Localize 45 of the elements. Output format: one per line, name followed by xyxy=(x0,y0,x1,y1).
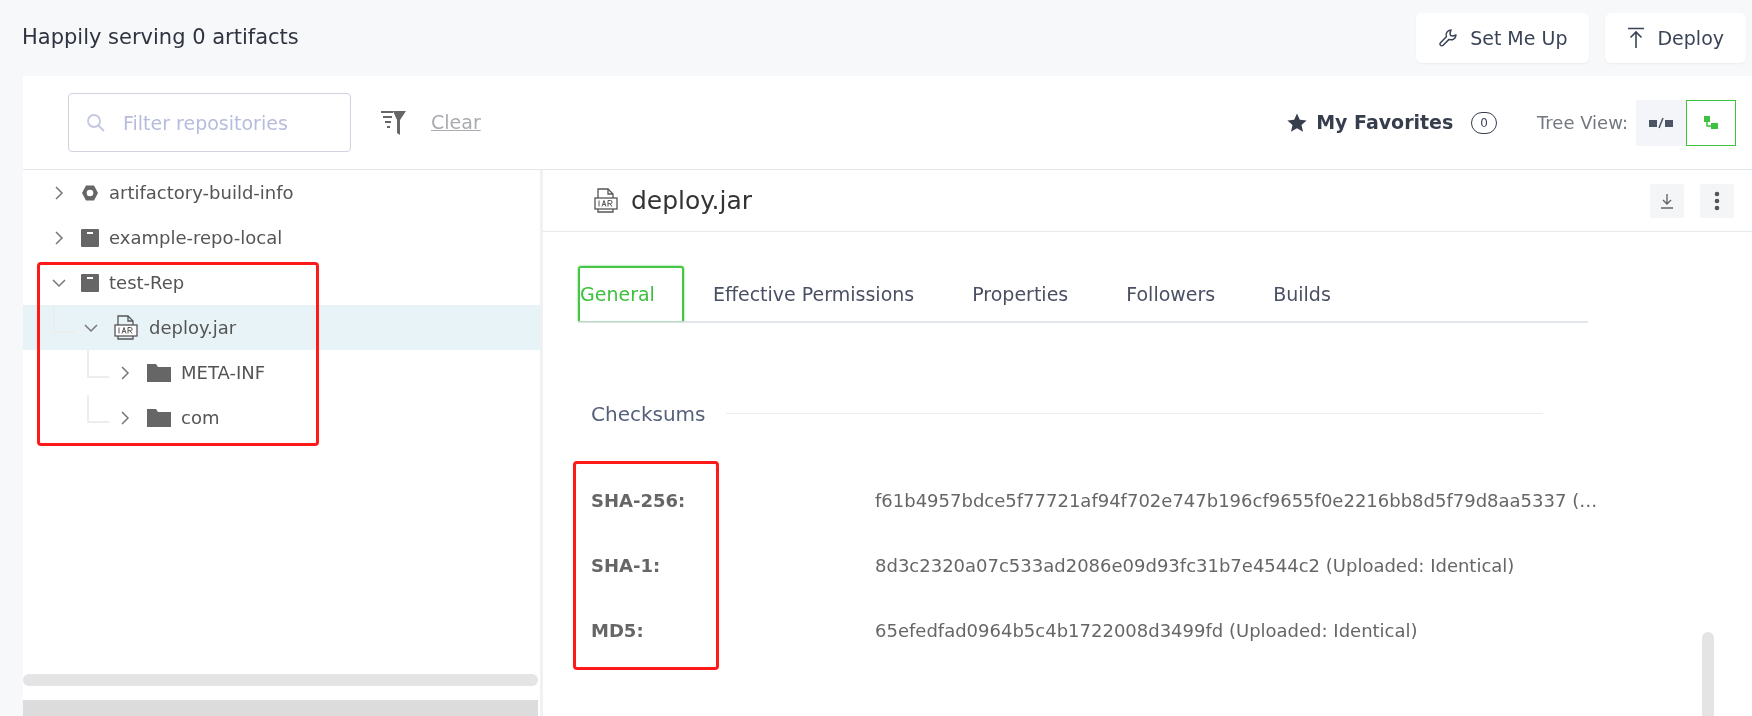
tab[interactable]: Properties xyxy=(943,266,1098,321)
jar-file-icon xyxy=(593,187,619,214)
more-button[interactable] xyxy=(1700,183,1734,218)
tab[interactable]: Builds xyxy=(1244,266,1360,321)
tab[interactable]: Effective Permissions xyxy=(683,266,944,321)
checksum-label: MD5: xyxy=(591,618,645,643)
tree-item[interactable]: META-INF xyxy=(23,350,540,395)
flat-view-toggle[interactable] xyxy=(1636,99,1686,146)
tree-item[interactable]: test-Rep xyxy=(23,260,540,305)
filter-icon[interactable] xyxy=(381,109,407,136)
deploy-button[interactable]: Deploy xyxy=(1605,13,1746,63)
repository-icon xyxy=(81,227,99,248)
tree-icon xyxy=(1702,113,1720,132)
vertical-scrollbar[interactable] xyxy=(1702,632,1714,716)
tree-view-toggle[interactable] xyxy=(1686,99,1736,146)
list-icon xyxy=(1648,116,1674,129)
tree-item[interactable]: com xyxy=(23,395,540,440)
section-title: Checksums xyxy=(591,400,706,428)
checksum-value: f61b4957bdce5f77721af94f702e747b196cf9655f0e2216bb8d5f79d8aa5337 (… xyxy=(875,488,1599,513)
download-icon xyxy=(1660,192,1674,209)
tree-item[interactable]: example-repo-local xyxy=(23,215,540,260)
jar-file-icon xyxy=(113,314,139,341)
download-button[interactable] xyxy=(1650,183,1684,218)
hexagon-icon xyxy=(81,183,99,202)
file-title: deploy.jar xyxy=(631,184,753,217)
upload-icon xyxy=(1627,27,1646,49)
checksum-value: 8d3c2320a07c533ad2086e09d93fc31b7e4544c2 (Uploaded: Identical) xyxy=(875,553,1516,578)
more-icon xyxy=(1714,190,1720,211)
favorites-label[interactable]: My Favorites xyxy=(1316,108,1454,137)
folder-icon xyxy=(147,408,171,427)
wrench-icon xyxy=(1438,28,1459,48)
folder-icon xyxy=(147,363,171,382)
setup-button[interactable]: Set Me Up xyxy=(1416,13,1590,63)
checksum-label: SHA-1: xyxy=(591,553,662,578)
tree-item[interactable]: artifactory-build-info xyxy=(23,170,540,215)
tree-view-label: Tree View: xyxy=(1535,111,1628,135)
page-title: Happily serving 0 artifacts xyxy=(22,24,299,52)
tab[interactable]: Followers xyxy=(1097,266,1245,321)
horizontal-scrollbar[interactable] xyxy=(23,674,538,686)
repository-icon xyxy=(81,272,99,293)
star-icon[interactable] xyxy=(1286,111,1309,134)
tree-item[interactable]: deploy.jar xyxy=(23,305,540,350)
checksum-label: SHA-256: xyxy=(591,488,687,513)
filter-field[interactable]: Filter repositories xyxy=(68,93,351,152)
checksum-value: 65efedfad0964b5c4b1722008d3499fd (Uploaded: Identical) xyxy=(875,618,1419,643)
